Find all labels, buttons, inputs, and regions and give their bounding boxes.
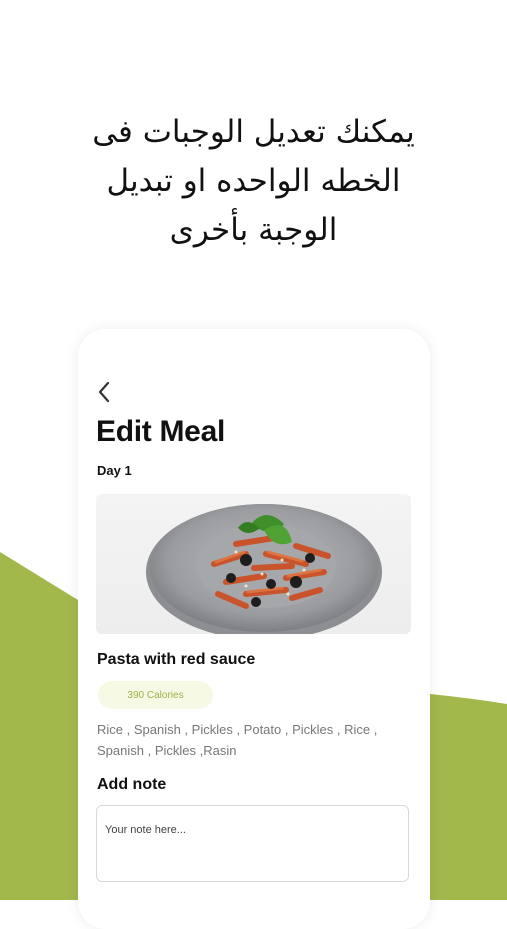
chevron-left-icon	[98, 381, 110, 403]
back-button[interactable]	[94, 379, 116, 405]
add-note-label: Add note	[97, 776, 167, 793]
promo-headline: يمكنك تعديل الوجبات فى الخطه الواحده او …	[30, 108, 477, 255]
headline-line-2: الخطه الواحده او تبديل	[106, 163, 401, 199]
day-label: Day 1	[97, 463, 132, 478]
meal-name: Pasta with red sauce	[97, 651, 256, 668]
headline-line-1: يمكنك تعديل الوجبات فى	[92, 114, 415, 150]
ingredients-text: Rice , Spanish , Pickles , Potato , Pick…	[97, 722, 378, 758]
note-input[interactable]: Your note here...	[96, 805, 409, 882]
phone-screen: Edit Meal Day 1 Pasta with red sauce 390…	[78, 329, 430, 929]
page-title: Edit Meal	[96, 415, 225, 448]
headline-line-3: الوجبة بأخرى	[169, 212, 338, 248]
meal-image	[96, 494, 411, 634]
calories-badge: 390 Calories	[98, 681, 213, 709]
